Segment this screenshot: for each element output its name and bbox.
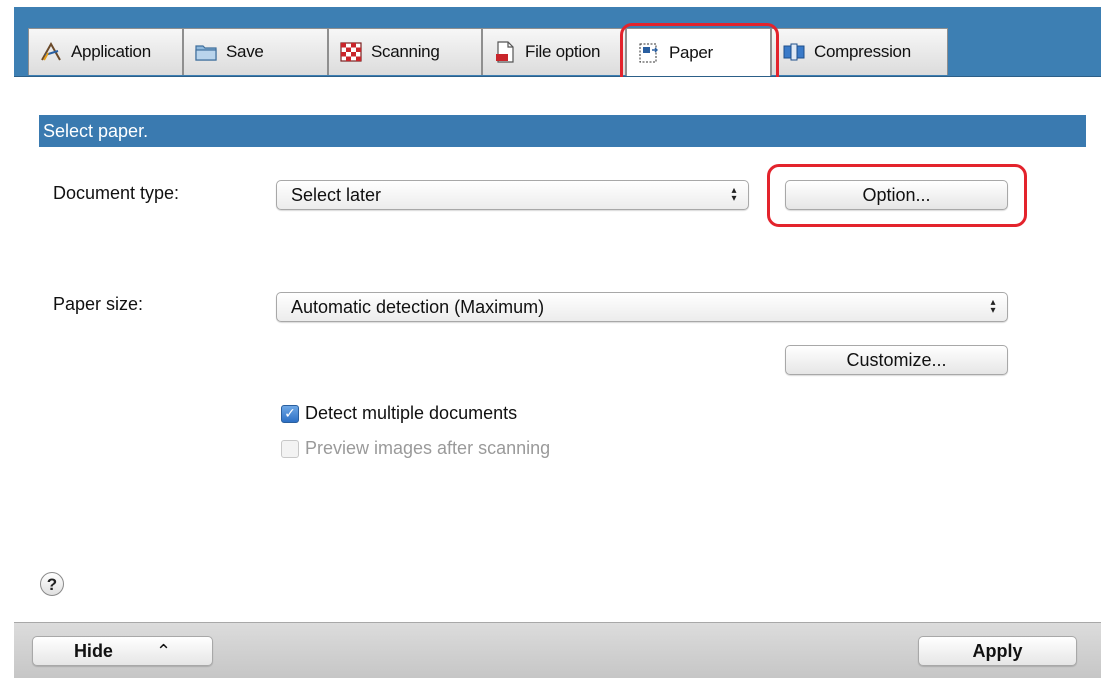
tab-label: Paper xyxy=(669,42,713,62)
tab-scanning[interactable]: Scanning xyxy=(328,28,482,75)
file-option-icon xyxy=(493,41,517,63)
paper-settings-panel: Select paper. Document type: Select late… xyxy=(14,77,1101,615)
tab-paper[interactable]: Paper xyxy=(626,28,771,76)
detect-multiple-label: Detect multiple documents xyxy=(305,403,518,423)
compression-icon xyxy=(782,41,806,63)
checkbox-unchecked xyxy=(281,439,299,458)
scanning-icon xyxy=(339,41,363,63)
document-type-label: Document type: xyxy=(53,183,180,203)
updown-arrows-icon: ▴ ▾ xyxy=(990,297,996,316)
tab-label: File option xyxy=(525,42,601,61)
application-icon xyxy=(39,41,63,63)
checkbox-checked[interactable]: ✓ xyxy=(281,404,299,423)
hide-label: Hide xyxy=(73,641,113,661)
tab-label: Save xyxy=(226,42,264,61)
tab-label: Compression xyxy=(814,42,911,61)
tab-file-option[interactable]: File option xyxy=(482,28,626,75)
tab-save[interactable]: Save xyxy=(183,28,328,75)
paper-icon xyxy=(637,42,661,64)
document-type-select[interactable]: Select later ▴ ▾ xyxy=(276,180,749,210)
document-type-value: Select later xyxy=(291,185,382,205)
detect-multiple-row[interactable]: ✓ Detect multiple documents xyxy=(281,403,517,424)
preview-images-row: Preview images after scanning xyxy=(281,438,550,459)
chevron-up-icon: ⌃ xyxy=(155,641,172,661)
tab-application[interactable]: Application xyxy=(28,28,183,75)
tab-label: Scanning xyxy=(371,42,440,61)
preview-images-label: Preview images after scanning xyxy=(305,438,551,458)
footer-bar: Hide ⌃ Apply xyxy=(14,622,1101,678)
apply-button[interactable]: Apply xyxy=(918,636,1077,666)
save-folder-icon xyxy=(194,41,218,63)
tab-label: Application xyxy=(71,42,151,61)
paper-size-select[interactable]: Automatic detection (Maximum) ▴ ▾ xyxy=(276,292,1008,322)
tab-bar: Application Save Scanning File option Pa… xyxy=(14,7,1101,77)
scan-settings-window: Application Save Scanning File option Pa… xyxy=(14,7,1101,678)
help-button[interactable]: ? xyxy=(40,572,64,596)
option-button[interactable]: Option... xyxy=(785,180,1008,210)
hide-button[interactable]: Hide ⌃ xyxy=(32,636,213,666)
tab-compression[interactable]: Compression xyxy=(771,28,948,75)
customize-button[interactable]: Customize... xyxy=(785,345,1008,375)
paper-size-label: Paper size: xyxy=(53,294,144,314)
section-header: Select paper. xyxy=(39,115,1086,147)
updown-arrows-icon: ▴ ▾ xyxy=(731,185,737,204)
paper-size-value: Automatic detection (Maximum) xyxy=(291,297,545,317)
